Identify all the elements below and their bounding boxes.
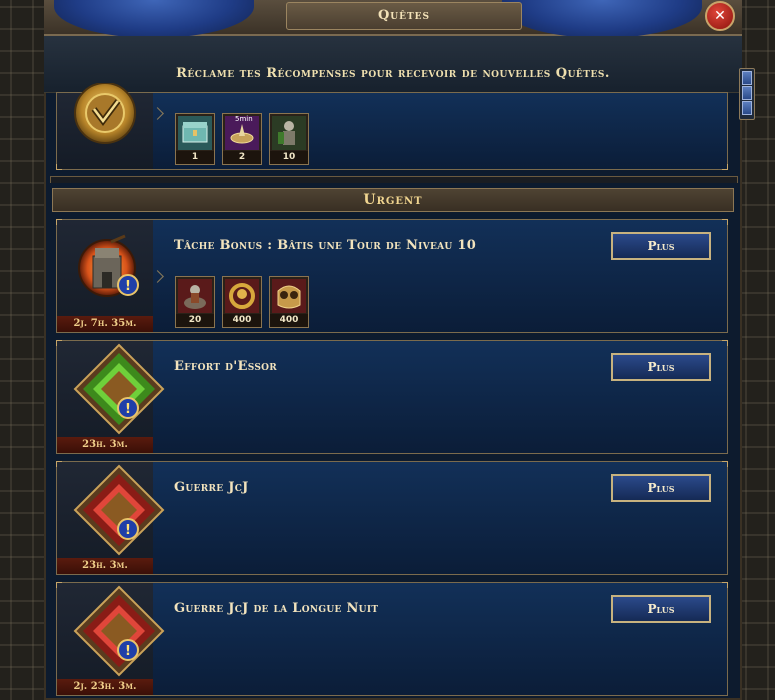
quest-card[interactable]: ! 23h. 3m. Guerre JcJ Plus — [56, 461, 728, 575]
title-bar: Quêtes ✕ — [44, 0, 742, 38]
alert-icon: ! — [117, 639, 139, 661]
chevron-right-icon — [151, 107, 164, 120]
info-banner: Réclame tes Récompenses pour recevoir de… — [44, 36, 742, 93]
close-button[interactable]: ✕ — [705, 1, 735, 31]
corner-ornament — [56, 219, 62, 225]
window-title: Quêtes — [286, 2, 522, 30]
green-diamond-icon — [73, 343, 165, 435]
quest-title: Tâche Bonus : Bâtis une Tour de Niveau 1… — [174, 238, 477, 253]
soldier-icon — [272, 116, 306, 150]
corner-ornament — [722, 461, 728, 467]
corner-ornament — [56, 340, 62, 346]
quest-timer: 2j. 7h. 35m. — [57, 316, 153, 332]
quest-card[interactable]: ! 23h. 3m. Effort d'Essor Plus — [56, 340, 728, 454]
alert-icon: ! — [117, 274, 139, 296]
reward-quantity: 1 — [176, 151, 214, 164]
reward-item[interactable]: 400 — [269, 276, 309, 328]
svg-text:!: ! — [125, 644, 131, 659]
alert-icon: ! — [117, 397, 139, 419]
owl-helmet-icon — [272, 279, 306, 313]
svg-text:!: ! — [125, 279, 131, 294]
divider — [50, 176, 738, 183]
alert-icon: ! — [117, 518, 139, 540]
quest-timer: 23h. 3m. — [57, 558, 153, 574]
reward-quantity: 400 — [223, 314, 261, 327]
drape-left — [54, 0, 254, 38]
quest-title: Guerre JcJ de la Longue Nuit — [174, 601, 379, 616]
scrollbar[interactable] — [739, 68, 755, 120]
reward-item[interactable]: 1 — [175, 113, 215, 165]
section-header-urgent: Urgent — [52, 188, 734, 212]
red-diamond-icon — [73, 585, 165, 677]
reward-quantity: 2 — [223, 151, 261, 164]
scroll-thumb[interactable] — [742, 86, 752, 100]
scroll-up-arrow[interactable] — [742, 71, 752, 85]
quest-timer: 2j. 23h. 3m. — [57, 679, 153, 695]
plus-button[interactable]: Plus — [611, 232, 711, 260]
corner-ornament — [56, 164, 62, 170]
plus-button[interactable]: Plus — [611, 353, 711, 381]
cavalry-icon — [178, 279, 212, 313]
corner-ornament — [722, 219, 728, 225]
reward-badge: 5min — [235, 115, 253, 123]
reward-quantity: 10 — [270, 151, 308, 164]
scroll-down-arrow[interactable] — [742, 101, 752, 115]
gold-medal-icon — [74, 83, 136, 144]
left-ornament-border — [0, 0, 46, 700]
quests-window: Quêtes ✕ Réclame tes Récompenses pour re… — [44, 0, 755, 700]
svg-text:!: ! — [125, 523, 131, 538]
corner-ornament — [56, 461, 62, 467]
corner-ornament — [722, 340, 728, 346]
reward-item[interactable]: 20 — [175, 276, 215, 328]
quest-card[interactable]: ! 2j. 23h. 3m. Guerre JcJ de la Longue N… — [56, 582, 728, 696]
red-diamond-icon — [73, 464, 165, 556]
reward-quantity: 20 — [176, 314, 214, 327]
reward-quantity: 400 — [270, 314, 308, 327]
quest-icon-column — [57, 83, 153, 169]
quest-icon-column: ! 23h. 3m. — [57, 341, 165, 453]
quest-icon-column: ! 23h. 3m. — [57, 462, 165, 574]
reward-item[interactable]: 5min 2 — [222, 113, 262, 165]
quest-title: Guerre JcJ — [174, 480, 249, 495]
plus-button[interactable]: Plus — [611, 595, 711, 623]
quest-icon-column: ! 2j. 7h. 35m. — [57, 220, 153, 332]
corner-ornament — [722, 582, 728, 588]
quest-card[interactable]: ! 2j. 7h. 35m. Tâche Bonus : Bâtis une T… — [56, 219, 728, 333]
quest-card-top: 1 5min 2 10 — [56, 83, 728, 170]
quest-icon-column: ! 2j. 23h. 3m. — [57, 583, 165, 695]
laurel-medal-icon — [225, 279, 259, 313]
chest-icon — [178, 116, 212, 150]
corner-ornament — [722, 164, 728, 170]
chevron-right-icon — [151, 270, 164, 283]
reward-item[interactable]: 10 — [269, 113, 309, 165]
reward-item[interactable]: 400 — [222, 276, 262, 328]
plus-button[interactable]: Plus — [611, 474, 711, 502]
corner-ornament — [56, 582, 62, 588]
drape-right — [502, 0, 702, 38]
quest-title: Effort d'Essor — [174, 359, 278, 374]
svg-text:!: ! — [125, 402, 131, 417]
quest-timer: 23h. 3m. — [57, 437, 153, 453]
